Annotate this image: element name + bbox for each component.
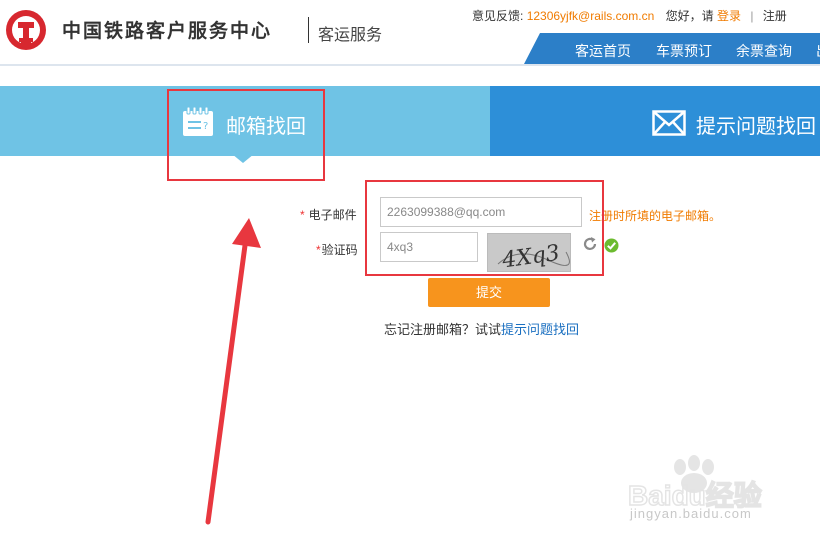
envelope-icon bbox=[652, 110, 686, 136]
captcha-label-row: *验证码 bbox=[316, 241, 358, 258]
register-link[interactable]: 注册 bbox=[763, 9, 787, 23]
site-header: 中国铁路客户服务中心 客运服务 意见反馈: 12306yjfk@rails.co… bbox=[0, 0, 820, 66]
greeting-text: 您好，请 bbox=[665, 9, 714, 23]
login-link[interactable]: 登录 bbox=[717, 9, 741, 23]
title-divider bbox=[308, 17, 309, 43]
question-recovery-link[interactable]: 提示问题找回 bbox=[501, 322, 579, 337]
separator: | bbox=[750, 9, 754, 23]
check-icon bbox=[604, 238, 619, 253]
annotation-box-form bbox=[365, 180, 604, 276]
watermark-url: jingyan.baidu.com bbox=[630, 506, 752, 521]
nav-item-booking[interactable]: 车票预订 bbox=[656, 41, 712, 61]
email-label-row: * 电子邮件 bbox=[300, 206, 357, 223]
railway-logo-icon[interactable] bbox=[4, 8, 48, 52]
required-mark: * bbox=[316, 243, 321, 257]
captcha-label: 验证码 bbox=[321, 243, 358, 257]
main-nav: 客运首页 车票预订 余票查询 出 bbox=[540, 33, 820, 64]
site-title: 中国铁路客户服务中心 bbox=[62, 21, 273, 42]
forgot-text: 忘记注册邮箱？试试 bbox=[384, 322, 502, 337]
site-subtitle: 客运服务 bbox=[318, 27, 383, 44]
submit-button[interactable]: 提交 bbox=[428, 278, 550, 307]
nav-item-remaining-tickets[interactable]: 余票查询 bbox=[736, 41, 792, 61]
nav-item-home[interactable]: 客运首页 bbox=[575, 41, 631, 61]
tab-question-label: 提示问题找回 bbox=[696, 116, 816, 138]
annotation-arrow bbox=[205, 218, 261, 525]
email-label: 电子邮件 bbox=[308, 208, 357, 222]
forgot-email-row: 忘记注册邮箱？试试提示问题找回 bbox=[384, 319, 579, 338]
required-mark: * bbox=[300, 208, 305, 222]
feedback-email-link[interactable]: 12306yjfk@rails.com.cn bbox=[527, 9, 655, 23]
email-hint: 注册时所填的电子邮箱。 bbox=[589, 209, 722, 223]
feedback-label: 意见反馈: bbox=[472, 9, 524, 23]
nav-item-more[interactable]: 出 bbox=[816, 41, 820, 61]
nav-bar-cap bbox=[524, 33, 540, 64]
top-utility-bar: 意见反馈: 12306yjfk@rails.com.cn 您好，请 登录 | 注… bbox=[472, 8, 787, 24]
header-divider bbox=[0, 64, 820, 66]
annotation-box-tab bbox=[167, 89, 325, 181]
